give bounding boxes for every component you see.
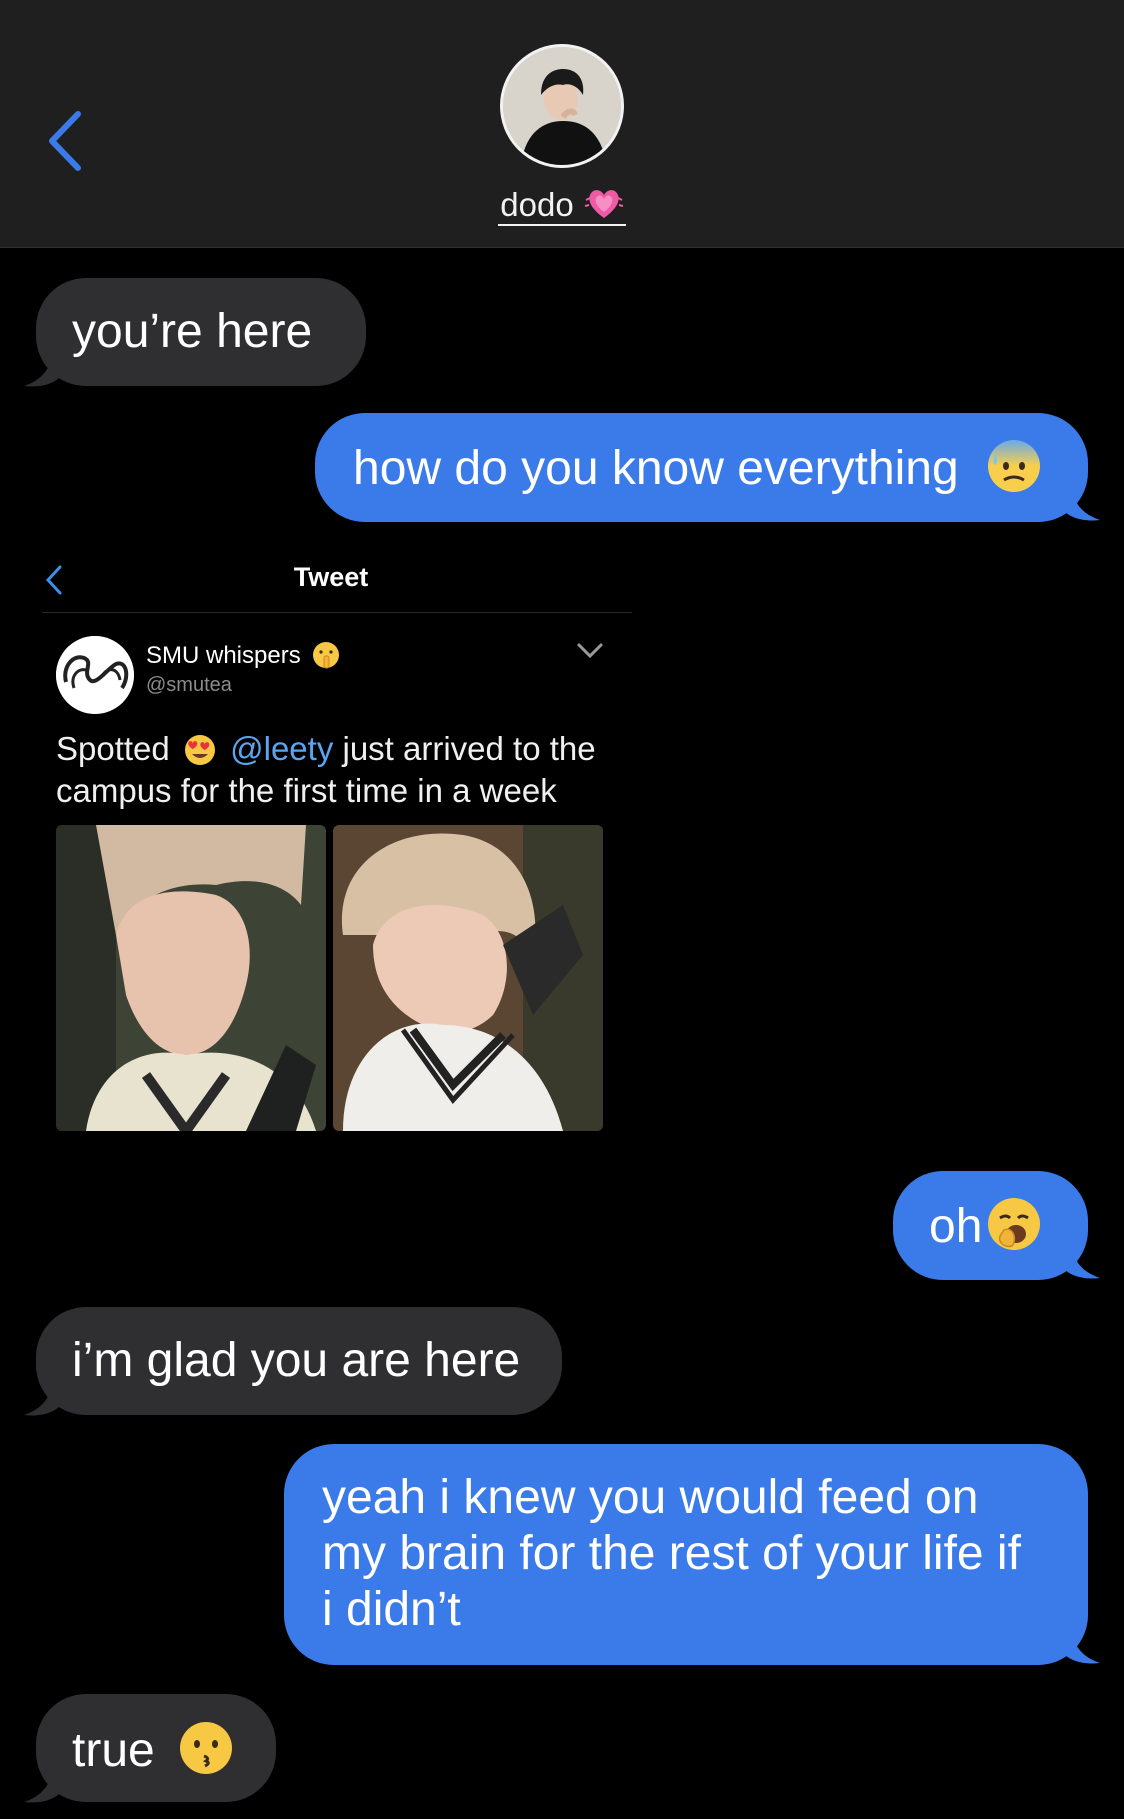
contact-name-text: dodo bbox=[500, 186, 574, 223]
contact-name[interactable]: dodo bbox=[0, 186, 1124, 226]
bubble-tail bbox=[24, 350, 62, 387]
tweet-handle: @smutea bbox=[146, 674, 232, 696]
yawning-face-emoji bbox=[988, 1198, 1041, 1250]
heart-eyes-emoji bbox=[184, 735, 215, 765]
message-text: you’re here bbox=[72, 305, 313, 358]
message-text-line: my brain for the rest of your life if bbox=[322, 1527, 1021, 1580]
growing-heart-emoji bbox=[584, 190, 623, 218]
bubble-tail bbox=[1062, 1242, 1100, 1279]
tweet-text: Spotted @leety just arrived to the campu… bbox=[56, 728, 636, 812]
conversation-header: dodo bbox=[0, 0, 1124, 248]
tweet-text-line2: campus for the first time in a week bbox=[56, 772, 557, 809]
message-text: true bbox=[72, 1724, 155, 1777]
messages-screen: dodo you’re here how do you know everyth… bbox=[0, 0, 1124, 1819]
tweet-text-prefix: Spotted bbox=[56, 730, 170, 767]
message-bubble-incoming[interactable]: true bbox=[36, 1694, 276, 1802]
bubble-tail bbox=[1062, 1627, 1100, 1664]
anxious-face-with-sweat-emoji bbox=[988, 440, 1041, 492]
tweet-title: Tweet bbox=[293, 562, 369, 592]
message-text-line: i didn’t bbox=[322, 1583, 461, 1636]
message-bubble-outgoing[interactable]: yeah i knew you would feed on my brain f… bbox=[284, 1444, 1088, 1665]
message-text: oh bbox=[929, 1200, 983, 1253]
chevron-left-icon[interactable] bbox=[44, 106, 94, 176]
tweet-photo-left bbox=[56, 825, 326, 1131]
tweet-user-name-text: SMU whispers bbox=[146, 642, 301, 669]
tweet-screenshot-attachment[interactable]: Tweet SMU whispers @smutea Spotted @leet… bbox=[36, 548, 636, 1138]
tweet-mention-link[interactable]: @leety bbox=[230, 730, 333, 767]
message-bubble-outgoing[interactable]: oh bbox=[893, 1171, 1088, 1280]
message-text: how do you know everything bbox=[353, 442, 959, 495]
bubble-tail bbox=[24, 1379, 62, 1416]
message-bubble-incoming[interactable]: you’re here bbox=[36, 278, 366, 386]
chevron-down-icon bbox=[577, 643, 603, 659]
kissing-face-emoji bbox=[180, 1722, 233, 1774]
message-bubble-incoming[interactable]: i’m glad you are here bbox=[36, 1307, 562, 1415]
tweet-photo-right bbox=[333, 825, 603, 1131]
message-text-line: yeah i knew you would feed on bbox=[322, 1471, 979, 1524]
message-bubble-outgoing[interactable]: how do you know everything bbox=[315, 413, 1088, 522]
message-text: i’m glad you are here bbox=[72, 1334, 521, 1387]
bubble-tail bbox=[24, 1766, 62, 1803]
contact-avatar[interactable] bbox=[500, 44, 624, 168]
bubble-tail bbox=[1062, 484, 1100, 521]
tweet-user-name: SMU whispers bbox=[146, 640, 341, 670]
tweet-avatar bbox=[56, 636, 134, 714]
tweet-text-suffix: just arrived to the bbox=[342, 730, 596, 767]
divider bbox=[42, 612, 632, 613]
shushing-face-emoji bbox=[313, 642, 340, 669]
